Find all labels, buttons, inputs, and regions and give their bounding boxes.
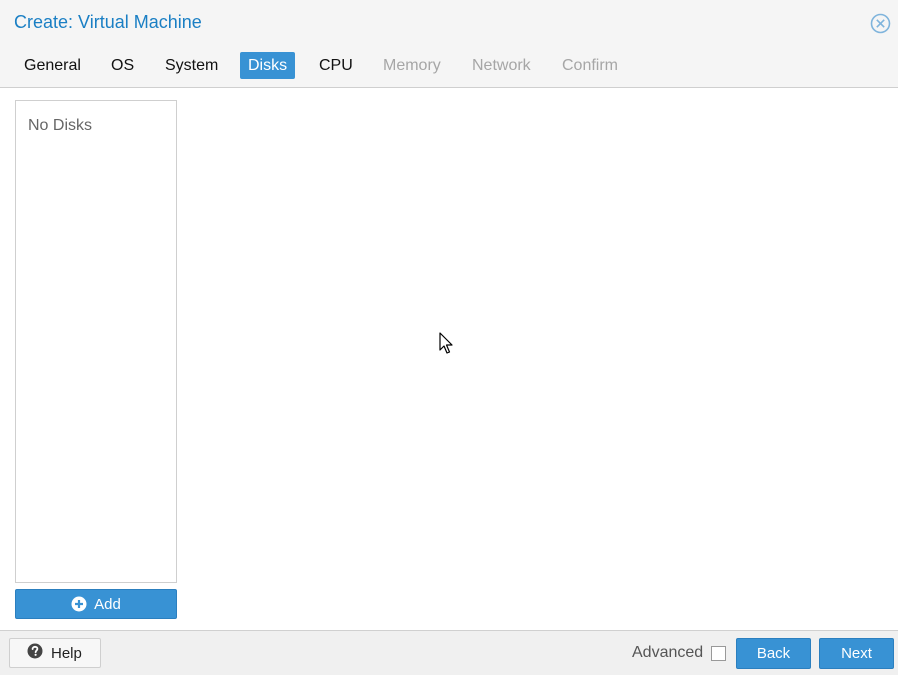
disks-panel: No Disks Add <box>0 88 898 630</box>
help-button[interactable]: Help <box>9 638 101 668</box>
next-button[interactable]: Next <box>819 638 894 669</box>
tab-confirm: Confirm <box>562 57 619 74</box>
disk-list[interactable]: No Disks <box>15 100 177 583</box>
tab-os[interactable]: OS <box>103 52 142 79</box>
mouse-pointer-icon <box>439 332 455 356</box>
tab-general[interactable]: General <box>16 52 89 79</box>
wizard-tabs: General OS System Disks CPU Memory Netwo… <box>0 46 898 88</box>
add-disk-button[interactable]: Add <box>15 589 177 619</box>
tab-cpu[interactable]: CPU <box>311 52 361 79</box>
question-circle-icon <box>27 643 43 663</box>
dialog-footer: Help Advanced Back Next <box>0 630 898 675</box>
tab-memory: Memory <box>383 57 441 74</box>
tab-network: Network <box>472 57 531 74</box>
window-titlebar: Create: Virtual Machine <box>0 0 898 46</box>
advanced-checkbox[interactable] <box>711 646 726 661</box>
advanced-label: Advanced <box>632 644 704 661</box>
close-icon[interactable] <box>870 13 891 34</box>
plus-circle-icon <box>71 596 87 612</box>
disk-list-empty-text: No Disks <box>28 117 93 134</box>
tab-system[interactable]: System <box>157 52 226 79</box>
window-title: Create: Virtual Machine <box>14 12 202 32</box>
back-button[interactable]: Back <box>736 638 811 669</box>
help-label: Help <box>51 644 82 662</box>
tab-disks[interactable]: Disks <box>240 52 296 79</box>
add-disk-label: Add <box>94 595 121 613</box>
